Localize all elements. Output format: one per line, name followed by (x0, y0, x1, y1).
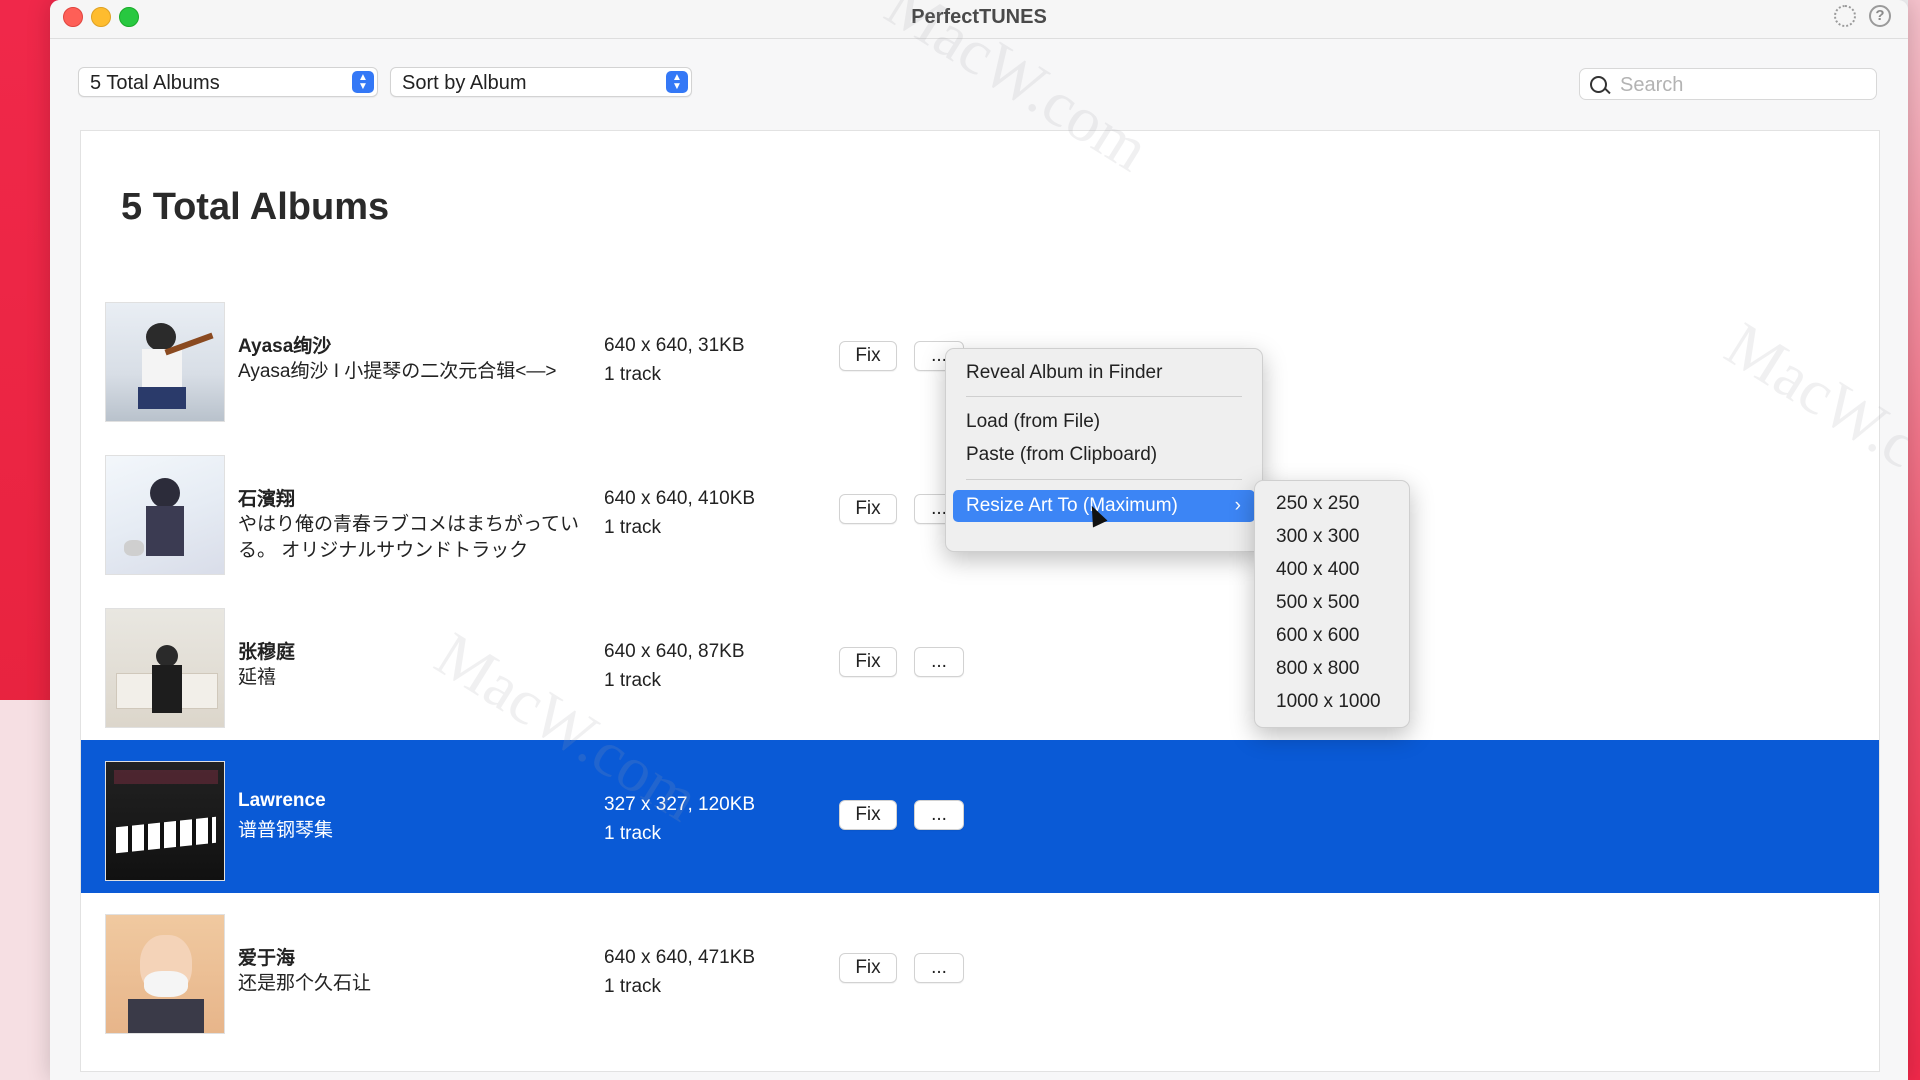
album-art-info: 640 x 640, 31KB 1 track (604, 331, 745, 389)
album-row[interactable]: 爱于海 还是那个久石让 640 x 640, 471KB 1 track Fix… (81, 893, 1879, 1046)
album-filter-select[interactable]: 5 Total Albums ▲ ▼ (78, 67, 378, 97)
resize-submenu: 250 x 250 300 x 300 400 x 400 500 x 500 … (1254, 480, 1410, 728)
track-count: 1 track (604, 364, 662, 385)
fix-button[interactable]: Fix (839, 647, 897, 677)
menu-item-reveal-in-finder[interactable]: Reveal Album in Finder (966, 362, 1162, 384)
sort-select[interactable]: Sort by Album ▲ ▼ (390, 67, 692, 97)
search-icon (1590, 76, 1607, 93)
chevron-right-icon: › (1234, 495, 1241, 516)
album-art-info: 640 x 640, 87KB 1 track (604, 637, 745, 695)
help-icon[interactable]: ? (1869, 5, 1891, 27)
submenu-item-size[interactable]: 1000 x 1000 (1276, 691, 1381, 713)
album-title: Ayasa绚沙 I 小提琴の二次元合辑<—> (238, 361, 557, 382)
album-art-thumbnail (105, 761, 225, 881)
submenu-item-size[interactable]: 300 x 300 (1276, 526, 1359, 548)
album-artist: Lawrence (238, 790, 326, 811)
more-actions-button[interactable]: ... (914, 647, 964, 677)
chevron-updown-icon: ▲ ▼ (352, 71, 374, 93)
art-size: 327 x 327, 120KB (604, 794, 756, 815)
album-artist: Ayasa绚沙 (238, 336, 332, 357)
menu-item-paste-from-clipboard[interactable]: Paste (from Clipboard) (966, 444, 1157, 466)
album-artist: 张穆庭 (238, 642, 296, 663)
album-art-thumbnail (105, 455, 225, 575)
gear-icon[interactable] (1834, 5, 1856, 27)
title-bar: PerfectTUNES ? (50, 0, 1908, 39)
album-art-thumbnail (105, 608, 225, 728)
album-filter-value: 5 Total Albums (90, 72, 220, 94)
more-actions-button[interactable]: ... (914, 800, 964, 830)
album-art-thumbnail (105, 914, 225, 1034)
submenu-item-size[interactable]: 250 x 250 (1276, 493, 1359, 515)
album-title: やはり俺の青春ラブコメはまちがっている。 オリジナルサウンドトラック (238, 514, 580, 561)
album-art-thumbnail (105, 302, 225, 422)
submenu-item-size[interactable]: 600 x 600 (1276, 625, 1359, 647)
album-art-info: 327 x 327, 120KB 1 track (604, 790, 755, 848)
track-count: 1 track (604, 976, 662, 997)
fix-button[interactable]: Fix (839, 341, 897, 371)
art-size: 640 x 640, 471KB (604, 947, 756, 968)
chevron-updown-icon: ▲ ▼ (666, 71, 688, 93)
desktop-wallpaper-right (1908, 0, 1920, 1080)
albums-panel: 5 Total Albums Ayasa绚沙 Ayasa绚沙 I 小提琴の二次元… (80, 130, 1880, 1072)
fix-button[interactable]: Fix (839, 800, 897, 830)
album-title: 谱普钢琴集 (238, 820, 334, 841)
submenu-item-size[interactable]: 400 x 400 (1276, 559, 1359, 581)
album-row[interactable]: 张穆庭 延禧 640 x 640, 87KB 1 track Fix ... (81, 587, 1879, 740)
album-artist: 石濱翔 (238, 489, 296, 510)
submenu-item-size[interactable]: 800 x 800 (1276, 658, 1359, 680)
album-artist: 爱于海 (238, 948, 296, 969)
search-field[interactable] (1579, 68, 1877, 101)
album-title: 延禧 (238, 667, 277, 688)
menu-separator (966, 479, 1242, 480)
search-input[interactable] (1618, 69, 1862, 101)
page-title: 5 Total Albums (121, 186, 390, 228)
art-size: 640 x 640, 410KB (604, 488, 756, 509)
menu-item-resize-art-label: Resize Art To (Maximum) (966, 495, 1178, 516)
album-art-info: 640 x 640, 471KB 1 track (604, 943, 755, 1001)
fix-button[interactable]: Fix (839, 494, 897, 524)
menu-separator (966, 396, 1242, 397)
sort-value: Sort by Album (402, 72, 527, 94)
track-count: 1 track (604, 517, 662, 538)
fix-button[interactable]: Fix (839, 953, 897, 983)
album-art-info: 640 x 640, 410KB 1 track (604, 484, 755, 542)
album-title: 还是那个久石让 (238, 973, 372, 994)
album-row-selected[interactable]: Lawrence 谱普钢琴集 327 x 327, 120KB 1 track … (81, 740, 1879, 893)
submenu-item-size[interactable]: 500 x 500 (1276, 592, 1359, 614)
art-size: 640 x 640, 87KB (604, 641, 745, 662)
menu-item-load-from-file[interactable]: Load (from File) (966, 411, 1100, 433)
art-size: 640 x 640, 31KB (604, 335, 745, 356)
window-title: PerfectTUNES (911, 6, 1047, 28)
track-count: 1 track (604, 823, 662, 844)
more-actions-button[interactable]: ... (914, 953, 964, 983)
track-count: 1 track (604, 670, 662, 691)
